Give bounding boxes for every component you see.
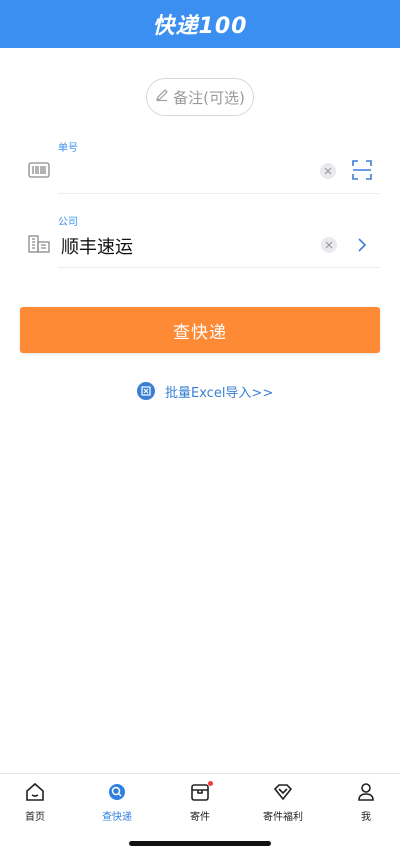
excel-icon <box>137 382 155 400</box>
badge-dot <box>208 781 213 786</box>
excel-import-label: 批量Excel导入>> <box>165 385 274 401</box>
tracking-divider <box>58 193 380 194</box>
tab-query-express-label: 查快递 <box>102 812 132 823</box>
tab-me-label: 我 <box>361 812 371 823</box>
search-icon <box>107 782 127 802</box>
heart-gift-icon <box>273 782 293 802</box>
app-logo: 快递100 <box>152 14 248 39</box>
package-icon <box>190 781 213 802</box>
clear-company-button[interactable] <box>321 237 337 253</box>
tab-me[interactable]: 我 <box>326 782 400 823</box>
company-value[interactable]: 顺丰速运 <box>61 233 133 259</box>
tab-send-package-label: 寄件 <box>190 812 210 823</box>
tab-send-benefits-label: 寄件福利 <box>263 812 303 823</box>
tab-send-benefits[interactable]: 寄件福利 <box>243 782 323 823</box>
note-button[interactable]: 备注(可选) <box>146 78 254 116</box>
home-indicator <box>129 841 271 846</box>
note-button-label: 备注(可选) <box>173 88 245 107</box>
tab-home-label: 首页 <box>25 812 45 823</box>
tab-query-express[interactable]: 查快递 <box>77 782 157 823</box>
company-divider <box>58 267 380 268</box>
scan-icon[interactable] <box>352 160 372 184</box>
pencil-icon <box>155 88 169 106</box>
chevron-right-icon[interactable] <box>357 237 367 257</box>
company-label: 公司 <box>58 217 78 228</box>
excel-import-link[interactable]: 批量Excel导入>> <box>137 381 273 401</box>
home-icon <box>25 782 45 802</box>
user-icon <box>356 782 376 802</box>
tracking-number-input[interactable] <box>58 156 308 184</box>
barcode-icon <box>28 162 50 182</box>
clear-tracking-button[interactable] <box>320 163 336 179</box>
tab-home[interactable]: 首页 <box>0 782 75 823</box>
tab-send-package[interactable]: 寄件 <box>160 781 240 823</box>
app-header: 快递100 <box>0 0 400 48</box>
query-express-button[interactable]: 查快递 <box>20 307 380 353</box>
tracking-number-label: 单号 <box>58 143 78 154</box>
buildings-icon <box>28 235 50 257</box>
